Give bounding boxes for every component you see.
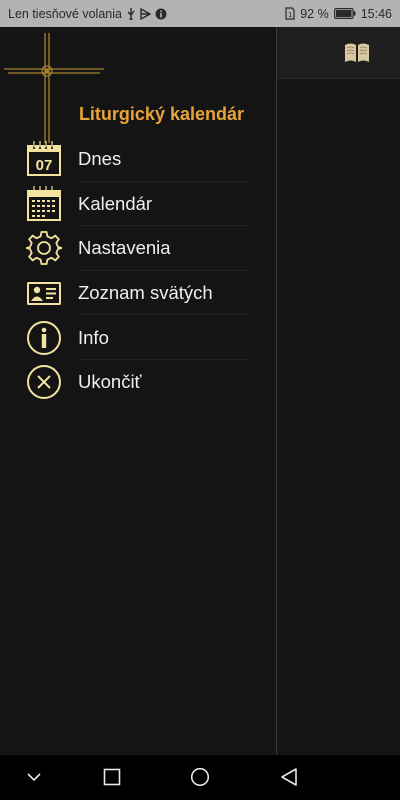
gear-icon <box>26 230 62 266</box>
menu-item-exit[interactable]: Ukončiť <box>0 360 276 405</box>
drawer-menu: 07 Dnes Kalendár Nastavenia Zoznam svätý… <box>0 137 276 405</box>
id-card-icon <box>26 275 62 311</box>
recents-icon[interactable] <box>102 767 122 787</box>
menu-item-label: Dnes <box>78 148 122 170</box>
menu-item-label: Zoznam svätých <box>78 282 213 304</box>
cross-logo <box>4 33 104 143</box>
menu-item-today[interactable]: 07 Dnes <box>0 137 276 182</box>
sim-icon: 1 <box>285 7 295 20</box>
network-icon <box>140 7 151 20</box>
menu-item-label: Nastavenia <box>78 237 171 259</box>
menu-item-settings[interactable]: Nastavenia <box>0 226 276 271</box>
calendar-month-icon <box>26 185 62 222</box>
info-icon <box>155 8 167 20</box>
back-icon[interactable] <box>279 767 299 787</box>
menu-item-calendar[interactable]: Kalendár <box>0 182 276 227</box>
chevron-down-icon[interactable] <box>24 767 44 787</box>
svg-text:1: 1 <box>288 11 292 19</box>
usb-icon <box>126 7 136 20</box>
calendar-day-number: 07 <box>36 157 53 174</box>
menu-item-saints-list[interactable]: Zoznam svätých <box>0 271 276 316</box>
book-icon[interactable] <box>343 41 371 65</box>
home-icon[interactable] <box>190 767 210 787</box>
close-icon <box>26 364 62 400</box>
battery-icon <box>333 8 356 19</box>
menu-item-label: Ukončiť <box>78 371 142 393</box>
clock: 15:46 <box>360 6 392 21</box>
drawer-title: Liturgický kalendár <box>78 104 244 124</box>
system-nav-bar <box>0 755 400 800</box>
navigation-drawer: Liturgický kalendár 07 Dnes Kalendár Nas… <box>0 27 277 755</box>
info-icon <box>26 320 62 356</box>
main-toolbar <box>277 27 400 79</box>
menu-item-info[interactable]: Info <box>0 315 276 360</box>
menu-item-label: Kalendár <box>78 192 153 214</box>
main-content <box>277 27 400 755</box>
menu-item-label: Info <box>78 326 109 348</box>
status-bar: Len tiesňové volania 1 92 % 15:46 <box>0 0 400 27</box>
battery-percent: 92 % <box>300 6 329 21</box>
carrier-text: Len tiesňové volania <box>8 6 122 21</box>
calendar-day-icon: 07 <box>26 141 62 177</box>
